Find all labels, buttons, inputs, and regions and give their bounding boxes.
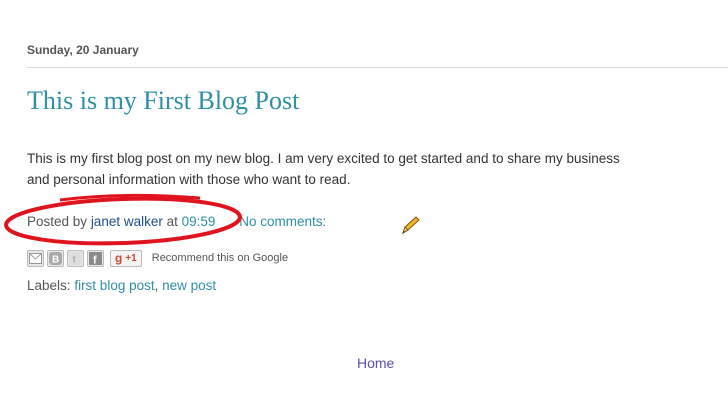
post-title[interactable]: This is my First Blog Post — [27, 86, 299, 116]
post-footer: Posted by janet walker at 09:59 No comme… — [27, 214, 326, 229]
post-body-line-1: This is my first blog post on my new blo… — [27, 151, 620, 166]
share-buttons: B t f g +1 Recommend this on Google — [27, 248, 288, 268]
date-header: Sunday, 20 January — [27, 43, 139, 57]
plusone-label: +1 — [125, 252, 137, 264]
post-labels: Labels: first blog post, new post — [27, 278, 216, 293]
label-link[interactable]: first blog post — [74, 278, 154, 293]
blogger-icon[interactable]: B — [47, 249, 64, 267]
svg-text:f: f — [93, 254, 97, 265]
at-label: at — [166, 214, 178, 229]
date-divider — [27, 67, 728, 68]
home-link[interactable]: Home — [357, 355, 394, 371]
recommend-text: Recommend this on Google — [151, 252, 289, 264]
edit-pencil-icon[interactable] — [398, 214, 422, 236]
twitter-icon[interactable]: t — [67, 249, 84, 267]
author-link[interactable]: janet walker — [91, 214, 163, 229]
label-link[interactable]: new post — [162, 278, 216, 293]
facebook-icon[interactable]: f — [87, 249, 104, 267]
comments-link[interactable]: No comments: — [239, 214, 326, 229]
labels-prefix: Labels: — [27, 278, 71, 293]
email-icon[interactable] — [27, 249, 44, 267]
google-plus-icon: g — [115, 251, 123, 265]
google-plusone-button[interactable]: g +1 — [110, 249, 142, 267]
post-body: This is my first blog post on my new blo… — [27, 148, 728, 190]
post-time-link[interactable]: 09:59 — [182, 214, 216, 229]
label-separator: , — [154, 278, 159, 293]
posted-by-label: Posted by — [27, 214, 88, 229]
svg-text:B: B — [52, 254, 59, 265]
post-body-line-2: and personal information with those who … — [27, 172, 351, 187]
